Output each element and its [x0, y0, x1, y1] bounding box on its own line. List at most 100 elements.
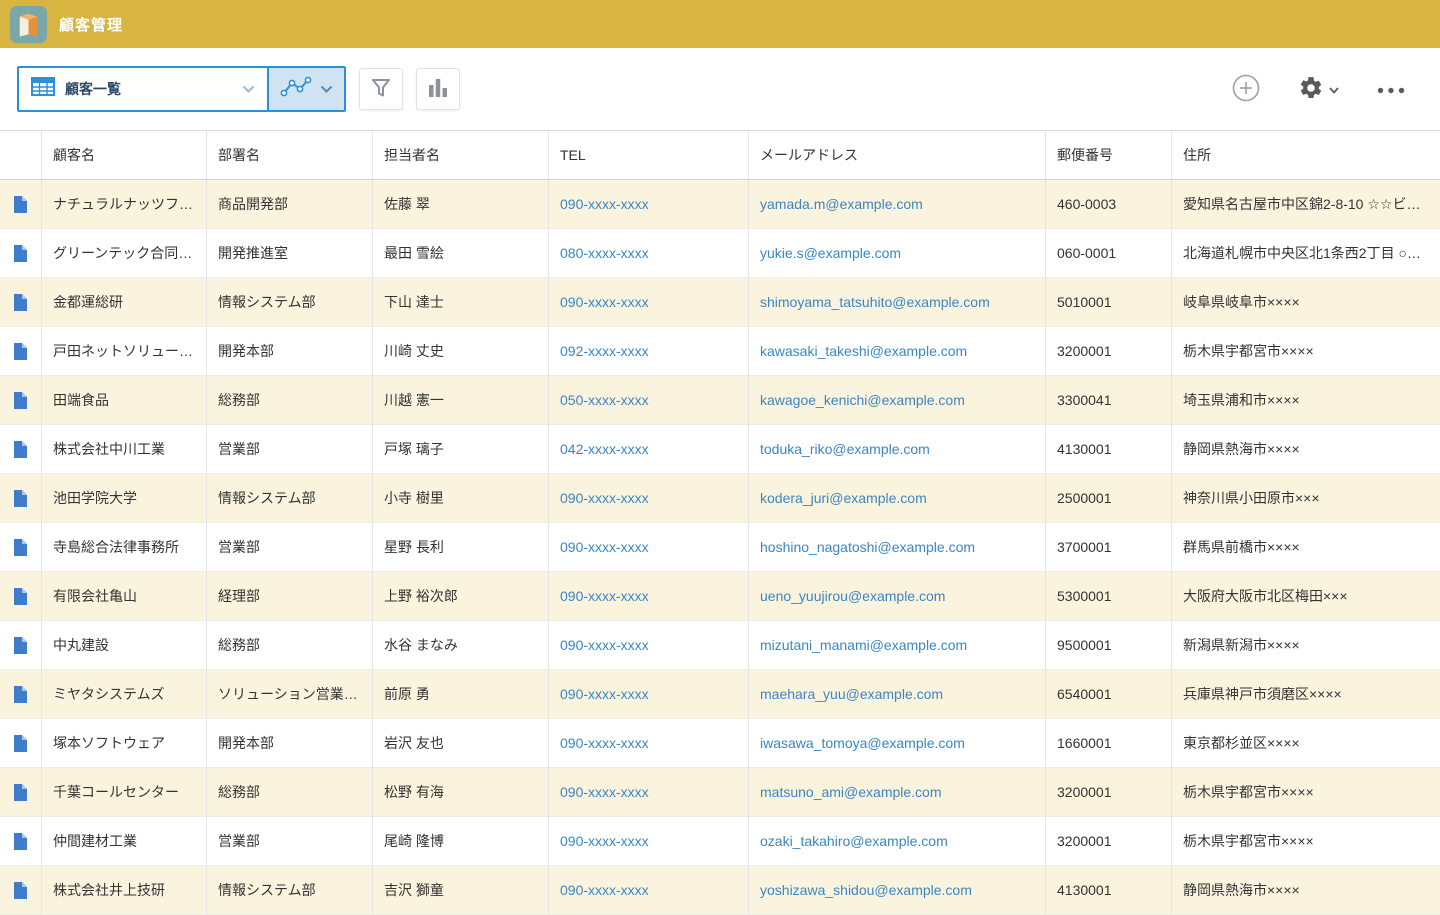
table-row: 戸田ネットソリュー… 開発本部 川崎 丈史 092-xxxx-xxxx kawa…	[0, 327, 1440, 376]
email-link[interactable]: kodera_juri@example.com	[760, 490, 927, 506]
tel-link[interactable]: 080-xxxx-xxxx	[560, 245, 649, 261]
column-header-zip[interactable]: 郵便番号	[1046, 131, 1172, 179]
tel-link[interactable]: 090-xxxx-xxxx	[560, 735, 649, 751]
tel-link[interactable]: 090-xxxx-xxxx	[560, 833, 649, 849]
view-selector[interactable]: 顧客一覧	[19, 68, 267, 110]
table-row: 中丸建設 総務部 水谷 まなみ 090-xxxx-xxxx mizutani_m…	[0, 621, 1440, 670]
record-document-icon[interactable]	[13, 440, 28, 459]
chart-button[interactable]	[416, 68, 460, 110]
cell-email: yoshizawa_shidou@example.com	[749, 866, 1046, 914]
cell-address: 新潟県新潟市××××	[1172, 621, 1440, 669]
cell-address: 北海道札幌市中央区北1条西2丁目 ○○ビ	[1172, 229, 1440, 277]
email-link[interactable]: toduka_riko@example.com	[760, 441, 930, 457]
cell-zip: 460-0003	[1046, 180, 1172, 228]
cell-customer: 仲間建材工業	[42, 817, 207, 865]
line-graph-icon	[280, 75, 312, 104]
column-header-department[interactable]: 部署名	[207, 131, 373, 179]
cell-address: 静岡県熱海市××××	[1172, 866, 1440, 914]
email-link[interactable]: matsuno_ami@example.com	[760, 784, 942, 800]
email-link[interactable]: ozaki_takahiro@example.com	[760, 833, 948, 849]
email-link[interactable]: kawagoe_kenichi@example.com	[760, 392, 965, 408]
tel-link[interactable]: 090-xxxx-xxxx	[560, 588, 649, 604]
cell-customer: 千葉コールセンター	[42, 768, 207, 816]
gear-icon	[1298, 75, 1324, 104]
email-link[interactable]: yamada.m@example.com	[760, 196, 923, 212]
record-document-icon[interactable]	[13, 538, 28, 557]
tel-link[interactable]: 090-xxxx-xxxx	[560, 637, 649, 653]
record-document-icon[interactable]	[13, 881, 28, 900]
settings-button[interactable]	[1298, 75, 1339, 104]
record-document-icon[interactable]	[13, 244, 28, 263]
cell-customer: 有限会社亀山	[42, 572, 207, 620]
record-document-icon[interactable]	[13, 195, 28, 214]
tel-link[interactable]: 090-xxxx-xxxx	[560, 686, 649, 702]
column-header-tel[interactable]: TEL	[549, 131, 749, 179]
table-row: 金都運総研 情報システム部 下山 達士 090-xxxx-xxxx shimoy…	[0, 278, 1440, 327]
cell-zip: 3200001	[1046, 817, 1172, 865]
cell-email: ozaki_takahiro@example.com	[749, 817, 1046, 865]
add-record-button[interactable]	[1232, 74, 1260, 105]
cell-contact: 下山 達士	[373, 278, 549, 326]
graph-button[interactable]	[267, 68, 344, 110]
email-link[interactable]: kawasaki_takeshi@example.com	[760, 343, 967, 359]
cell-address: 大阪府大阪市北区梅田×××	[1172, 572, 1440, 620]
record-document-icon[interactable]	[13, 636, 28, 655]
record-document-icon[interactable]	[13, 783, 28, 802]
filter-button[interactable]	[359, 68, 403, 110]
tel-link[interactable]: 090-xxxx-xxxx	[560, 539, 649, 555]
record-icon-cell	[0, 425, 42, 473]
email-link[interactable]: shimoyama_tatsuhito@example.com	[760, 294, 990, 310]
cell-address: 静岡県熱海市××××	[1172, 425, 1440, 473]
record-document-icon[interactable]	[13, 832, 28, 851]
tel-link[interactable]: 042-xxxx-xxxx	[560, 441, 649, 457]
cell-tel: 090-xxxx-xxxx	[549, 523, 749, 571]
email-link[interactable]: maehara_yuu@example.com	[760, 686, 943, 702]
tel-link[interactable]: 090-xxxx-xxxx	[560, 490, 649, 506]
record-icon-cell	[0, 768, 42, 816]
column-header-icon	[0, 131, 42, 179]
record-document-icon[interactable]	[13, 685, 28, 704]
column-header-email[interactable]: メールアドレス	[749, 131, 1046, 179]
bar-chart-icon	[428, 78, 448, 101]
tel-link[interactable]: 092-xxxx-xxxx	[560, 343, 649, 359]
cell-zip: 4130001	[1046, 425, 1172, 473]
record-document-icon[interactable]	[13, 489, 28, 508]
table-row: 株式会社中川工業 営業部 戸塚 璃子 042-xxxx-xxxx toduka_…	[0, 425, 1440, 474]
record-document-icon[interactable]	[13, 342, 28, 361]
tel-link[interactable]: 090-xxxx-xxxx	[560, 196, 649, 212]
tel-link[interactable]: 090-xxxx-xxxx	[560, 882, 649, 898]
email-link[interactable]: iwasawa_tomoya@example.com	[760, 735, 965, 751]
cell-email: shimoyama_tatsuhito@example.com	[749, 278, 1046, 326]
column-header-customer[interactable]: 顧客名	[42, 131, 207, 179]
table-row: グリーンテック合同会社 開発推進室 最田 雪絵 080-xxxx-xxxx yu…	[0, 229, 1440, 278]
record-document-icon[interactable]	[13, 293, 28, 312]
record-icon-cell	[0, 719, 42, 767]
email-link[interactable]: mizutani_manami@example.com	[760, 637, 967, 653]
cell-customer: 塚本ソフトウェア	[42, 719, 207, 767]
app-icon[interactable]	[10, 6, 47, 43]
record-document-icon[interactable]	[13, 587, 28, 606]
cell-customer: 金都運総研	[42, 278, 207, 326]
record-document-icon[interactable]	[13, 734, 28, 753]
tel-link[interactable]: 050-xxxx-xxxx	[560, 392, 649, 408]
more-options-button[interactable]	[1377, 82, 1405, 97]
cell-tel: 090-xxxx-xxxx	[549, 817, 749, 865]
cell-email: yukie.s@example.com	[749, 229, 1046, 277]
cell-address: 群馬県前橋市××××	[1172, 523, 1440, 571]
column-header-address[interactable]: 住所	[1172, 131, 1440, 179]
cell-zip: 3700001	[1046, 523, 1172, 571]
email-link[interactable]: yoshizawa_shidou@example.com	[760, 882, 972, 898]
cell-customer: 中丸建設	[42, 621, 207, 669]
record-document-icon[interactable]	[13, 391, 28, 410]
cell-address: 東京都杉並区××××	[1172, 719, 1440, 767]
email-link[interactable]: ueno_yuujirou@example.com	[760, 588, 945, 604]
column-header-contact[interactable]: 担当者名	[373, 131, 549, 179]
cell-department: 開発本部	[207, 719, 373, 767]
cell-department: 総務部	[207, 376, 373, 424]
tel-link[interactable]: 090-xxxx-xxxx	[560, 784, 649, 800]
tel-link[interactable]: 090-xxxx-xxxx	[560, 294, 649, 310]
email-link[interactable]: yukie.s@example.com	[760, 245, 901, 261]
cell-email: yamada.m@example.com	[749, 180, 1046, 228]
cell-tel: 090-xxxx-xxxx	[549, 474, 749, 522]
email-link[interactable]: hoshino_nagatoshi@example.com	[760, 539, 975, 555]
